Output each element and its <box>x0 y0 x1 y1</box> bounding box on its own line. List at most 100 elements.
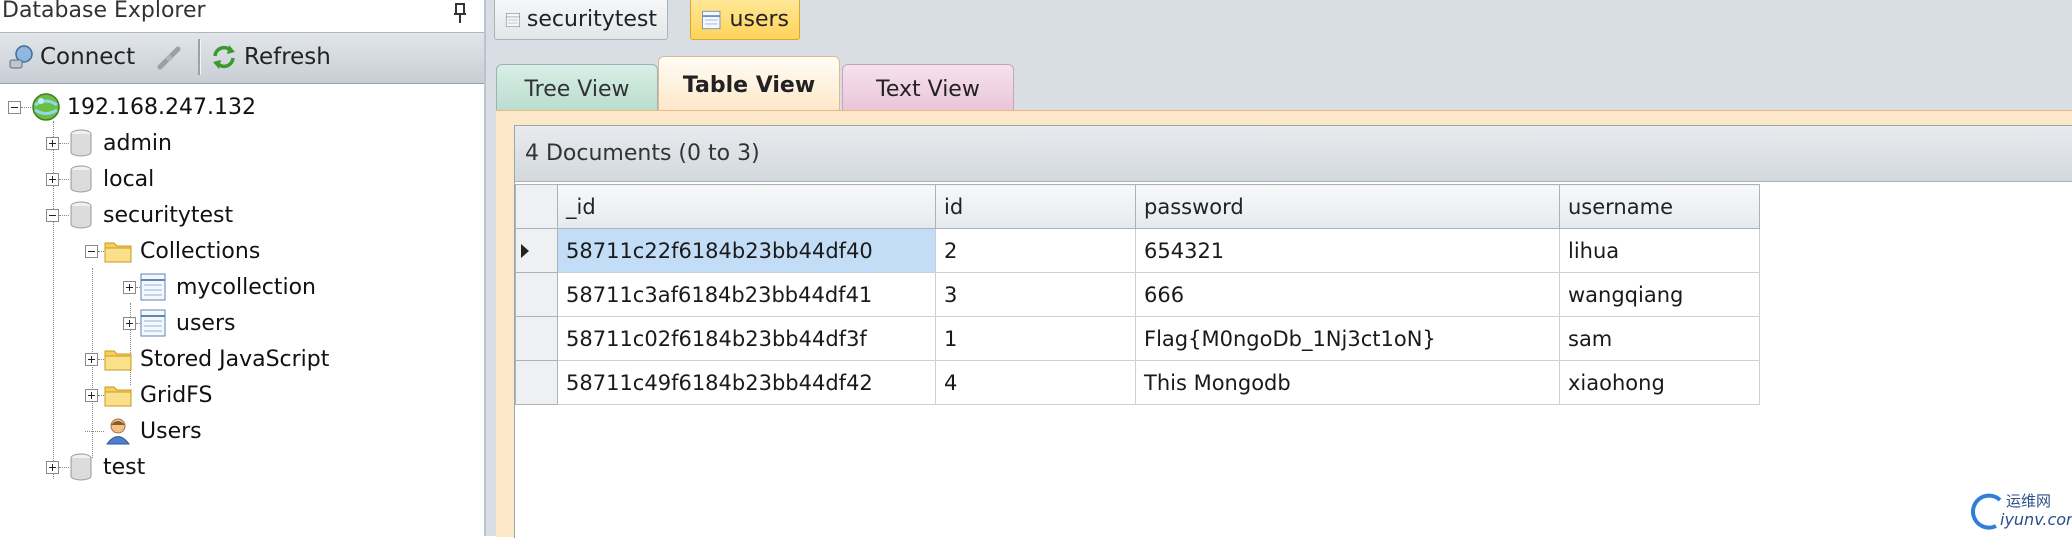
tree-label-securitytest: securitytest <box>103 202 234 228</box>
row-selector[interactable] <box>515 360 558 405</box>
refresh-button[interactable]: Refresh <box>210 39 331 75</box>
column-header-id[interactable]: id <box>935 184 1136 229</box>
row-selector[interactable] <box>515 316 558 361</box>
database-explorer-panel: Database Explorer Connect Refresh 192.16… <box>0 0 486 536</box>
expand-toggle[interactable] <box>123 280 136 294</box>
tree-line <box>59 466 69 468</box>
cell-_id[interactable]: 58711c02f6184b23bb44df3f <box>557 316 936 361</box>
column-header-username[interactable]: username <box>1559 184 1760 229</box>
watermark-url-text: iyunv.com <box>2000 510 2072 529</box>
cell-username[interactable]: sam <box>1559 316 1760 361</box>
cell-_id[interactable]: 58711c49f6184b23bb44df42 <box>557 360 936 405</box>
tree-item-collections[interactable]: Collections <box>85 234 260 268</box>
tree-line <box>59 178 69 180</box>
table-header-row: _id id password username <box>515 184 1760 229</box>
documents-count-caption: 4 Documents (0 to 3) <box>515 126 2072 182</box>
database-icon <box>70 129 92 157</box>
tab-text-view-label: Text View <box>876 76 980 102</box>
collection-table-icon <box>140 309 166 337</box>
collapse-toggle[interactable] <box>85 244 98 258</box>
table-row[interactable]: 58711c02f6184b23bb44df3f 1 Flag{M0ngoDb_… <box>515 316 1760 361</box>
folder-icon <box>104 350 132 371</box>
collapse-toggle[interactable] <box>46 208 59 222</box>
tree-item-gridfs[interactable]: GridFS <box>85 378 212 412</box>
tab-users[interactable]: users <box>690 0 800 40</box>
cell-username[interactable]: xiaohong <box>1559 360 1760 405</box>
expand-toggle[interactable] <box>46 460 59 474</box>
watermark-cn-text: 运维网 <box>2006 492 2052 510</box>
expand-toggle[interactable] <box>46 136 59 150</box>
collection-tab-icon <box>702 10 721 29</box>
cell-username[interactable]: wangqiang <box>1559 272 1760 317</box>
table-row[interactable]: 58711c49f6184b23bb44df42 4 This Mongodb … <box>515 360 1760 405</box>
explorer-toolbar: Connect Refresh <box>0 32 484 84</box>
cell-id[interactable]: 2 <box>935 228 1136 273</box>
document-area: securitytest users Tree View Text View T… <box>486 0 2072 538</box>
tree-line <box>98 250 104 252</box>
cell-_id[interactable]: 58711c22f6184b23bb44df40 <box>557 228 936 273</box>
tree-item-admin[interactable]: admin <box>46 126 172 160</box>
toolbar-separator <box>198 39 201 75</box>
cell-id[interactable]: 3 <box>935 272 1136 317</box>
cell-id[interactable]: 4 <box>935 360 1136 405</box>
tree-item-server[interactable]: 192.168.247.132 <box>8 90 256 124</box>
column-header-_id[interactable]: _id <box>557 184 936 229</box>
document-tab-strip: securitytest users <box>486 0 2072 48</box>
tree-item-test[interactable]: test <box>46 450 145 484</box>
tree-line <box>59 142 69 144</box>
tree-label-admin: admin <box>103 130 172 156</box>
connect-icon <box>9 45 33 69</box>
documents-grid-frame: 4 Documents (0 to 3) _id id password use… <box>514 125 2072 538</box>
tree-line <box>21 106 31 108</box>
column-header-password[interactable]: password <box>1135 184 1560 229</box>
tree-line <box>85 430 104 432</box>
tree-line <box>98 358 104 360</box>
tree-item-users-collection[interactable]: users <box>123 306 235 340</box>
database-icon <box>70 453 92 481</box>
database-icon <box>70 201 92 229</box>
tree-line <box>59 214 69 216</box>
connect-label: Connect <box>40 44 136 70</box>
collection-table-icon <box>140 273 166 301</box>
refresh-label: Refresh <box>244 44 331 70</box>
explorer-titlebar: Database Explorer <box>0 0 484 30</box>
tab-securitytest-label: securitytest <box>526 7 657 32</box>
cell-password[interactable]: 654321 <box>1135 228 1560 273</box>
cell-password[interactable]: This Mongodb <box>1135 360 1560 405</box>
tree-label-test: test <box>103 454 146 480</box>
expand-toggle[interactable] <box>46 172 59 186</box>
collapse-toggle[interactable] <box>8 100 21 114</box>
row-header-corner <box>515 184 558 229</box>
connect-button[interactable]: Connect <box>8 39 135 75</box>
cell-username[interactable]: lihua <box>1559 228 1760 273</box>
row-selector[interactable] <box>515 272 558 317</box>
tab-securitytest[interactable]: securitytest <box>494 0 668 40</box>
cell-_id[interactable]: 58711c3af6184b23bb44df41 <box>557 272 936 317</box>
cell-id[interactable]: 1 <box>935 316 1136 361</box>
tree-item-users[interactable]: Users <box>85 414 202 448</box>
tab-text-view[interactable]: Text View <box>842 64 1014 113</box>
server-label: 192.168.247.132 <box>67 94 256 120</box>
pin-icon[interactable] <box>452 2 468 24</box>
cell-password[interactable]: 666 <box>1135 272 1560 317</box>
expand-toggle[interactable] <box>85 388 98 402</box>
disconnect-icon[interactable] <box>156 45 186 71</box>
expand-toggle[interactable] <box>123 316 136 330</box>
tree-item-securitytest[interactable]: securitytest <box>46 198 233 232</box>
table-row[interactable]: 58711c3af6184b23bb44df41 3 666 wangqiang <box>515 272 1760 317</box>
expand-toggle[interactable] <box>85 352 98 366</box>
row-selector[interactable] <box>515 228 558 273</box>
table-row[interactable]: 58711c22f6184b23bb44df40 2 654321 lihua <box>515 228 1760 273</box>
tree-item-stored-javascript[interactable]: Stored JavaScript <box>85 342 329 376</box>
cell-password[interactable]: Flag{M0ngoDb_1Nj3ct1oN} <box>1135 316 1560 361</box>
table-view-body: 4 Documents (0 to 3) _id id password use… <box>496 110 2072 538</box>
documents-table: _id id password username 58711c22f6184b2… <box>515 184 1760 405</box>
tab-users-label: users <box>729 7 789 32</box>
tree-item-local[interactable]: local <box>46 162 154 196</box>
tab-table-view[interactable]: Table View <box>658 56 840 113</box>
tree-label-mycollection: mycollection <box>176 274 317 300</box>
tree-item-mycollection[interactable]: mycollection <box>123 270 316 304</box>
folder-icon <box>104 386 132 407</box>
explorer-title: Database Explorer <box>2 0 206 23</box>
tab-tree-view[interactable]: Tree View <box>496 64 658 113</box>
